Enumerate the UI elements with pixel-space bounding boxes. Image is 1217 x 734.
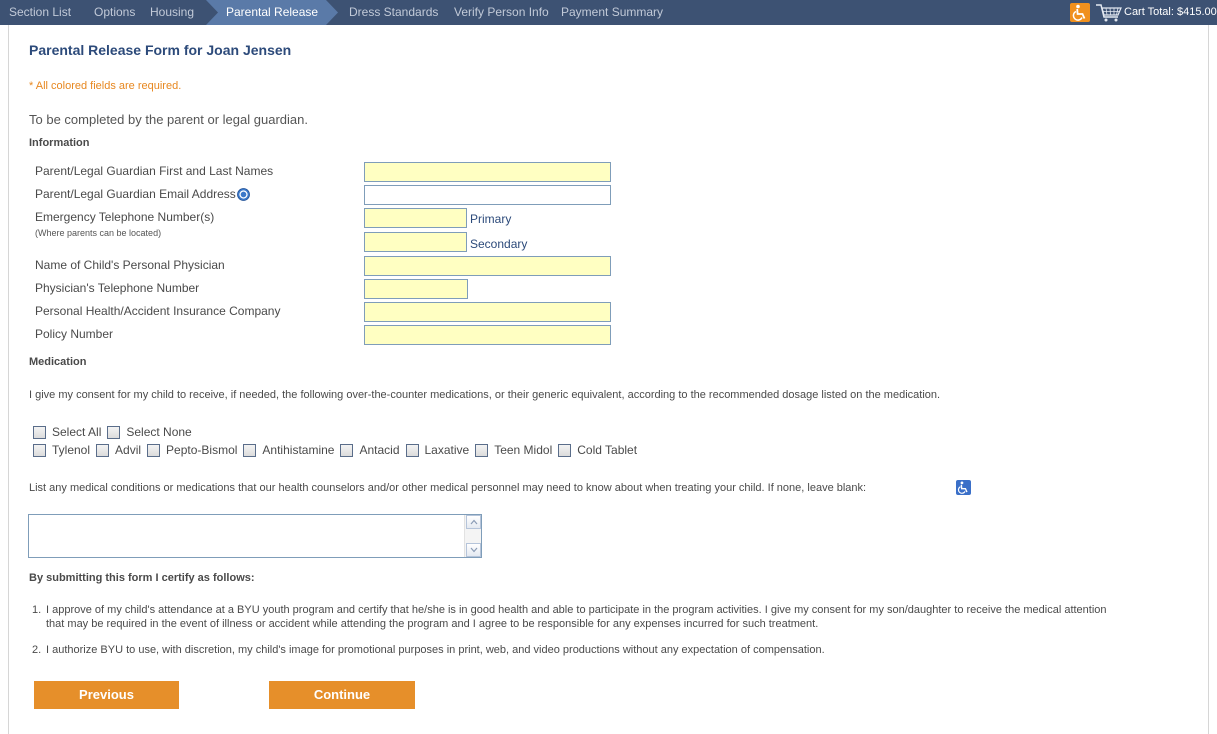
medication-checkbox-tylenol[interactable] [33,443,46,457]
medication-label: Pepto-Bismol [166,443,238,457]
information-heading: Information [29,137,90,149]
medication-checkbox-teen-midol[interactable] [475,443,489,457]
guardian-names-input[interactable] [364,162,611,182]
physician-name-input[interactable] [364,256,611,276]
continue-button[interactable]: Continue [269,681,415,709]
nav-item-payment-summary[interactable]: Payment Summary [561,0,663,25]
physician-phone-label: Physician's Telephone Number [35,281,200,295]
scroll-down-button[interactable] [466,543,481,557]
nav-separator-icon [338,0,348,25]
emergency-phone-secondary-input[interactable] [364,232,467,252]
select-none-label: Select None [126,425,192,439]
nav-item-parental-release[interactable]: Parental Release [206,0,338,25]
cart-total[interactable]: Cart Total: $415.00 [1124,0,1217,25]
certify-item-2: 2. I authorize BYU to use, with discreti… [32,643,825,657]
medication-checkbox-antihistamine[interactable] [243,443,257,457]
required-fields-note: * All colored fields are required. [29,80,182,92]
medication-label: Cold Tablet [577,443,638,457]
certify-heading: By submitting this form I certify as fol… [29,572,255,584]
certify-item-text: I authorize BYU to use, with discretion,… [46,644,825,656]
nav-item-options[interactable]: Options [94,0,135,25]
emergency-phone-sublabel: (Where parents can be located) [35,228,162,238]
medication-checkbox-cold-tablet[interactable] [558,443,572,457]
scroll-up-button[interactable] [466,515,481,529]
medication-checkbox-laxative[interactable] [405,443,419,457]
primary-label: Primary [470,212,512,226]
medical-conditions-prompt: List any medical conditions or medicatio… [29,482,867,494]
medication-label: Advil [115,443,142,457]
previous-button[interactable]: Previous [34,681,179,709]
nav-item-parental-release-label: Parental Release [226,5,319,19]
nav-item-section-list[interactable]: Section List [9,0,71,25]
top-navigation-bar: Section List Options Housing Parental Re… [0,0,1217,25]
medication-label: Teen Midol [494,443,553,457]
nav-item-verify-person-info[interactable]: Verify Person Info [454,0,549,25]
medical-conditions-textarea[interactable] [29,515,465,557]
nav-item-dress-standards[interactable]: Dress Standards [349,0,438,25]
certify-item-1: 1. I approve of my child's attendance at… [32,603,1107,631]
medical-conditions-textarea-box [28,514,482,558]
page-title: Parental Release Form for Joan Jensen [29,42,292,58]
medication-options-row: Tylenol Advil Pepto-Bismol Antihistamine… [33,443,643,457]
guardian-email-label: Parent/Legal Guardian Email Address [35,187,236,201]
medication-label: Laxative [424,443,470,457]
guardian-email-input[interactable] [364,185,611,205]
page-frame-left-border [8,25,9,734]
select-all-none-row: Select All Select None [33,425,198,439]
select-none-checkbox[interactable] [107,425,121,439]
policy-number-input[interactable] [364,325,611,345]
physician-phone-input[interactable] [364,279,468,299]
select-all-checkbox[interactable] [33,425,46,439]
emergency-phone-primary-input[interactable] [364,208,467,228]
certify-item-number: 1. [32,604,42,616]
chevron-down-icon [470,547,478,553]
nav-item-housing[interactable]: Housing [150,0,194,25]
medication-heading: Medication [29,356,87,368]
accessibility-icon[interactable] [956,480,971,495]
textarea-scrollbar[interactable] [464,515,481,557]
page-frame-right-border [1208,25,1209,734]
emergency-phone-label: Emergency Telephone Number(s) [35,210,215,224]
certify-item-text: I approve of my child's attendance at a … [46,604,1107,616]
insurance-company-label: Personal Health/Accident Insurance Compa… [35,304,281,318]
insurance-company-input[interactable] [364,302,611,322]
chevron-up-icon [470,519,478,525]
intro-text: To be completed by the parent or legal g… [29,112,308,127]
certify-item-text: that may be required in the event of ill… [46,618,819,630]
medication-label: Tylenol [52,443,91,457]
help-icon[interactable] [237,188,250,201]
guardian-names-label: Parent/Legal Guardian First and Last Nam… [35,164,274,178]
medication-consent-text: I give my consent for my child to receiv… [29,389,941,401]
policy-number-label: Policy Number [35,327,114,341]
medication-checkbox-advil[interactable] [96,443,110,457]
shopping-cart-icon[interactable] [1095,3,1123,23]
medication-checkbox-antacid[interactable] [340,443,354,457]
medication-label: Antihistamine [262,443,335,457]
accessibility-icon[interactable] [1070,3,1090,22]
certify-item-number: 2. [32,644,42,656]
nav-separator-icon [210,0,220,25]
medication-label: Antacid [359,443,400,457]
physician-name-label: Name of Child's Personal Physician [35,258,225,272]
medication-checkbox-pepto-bismol[interactable] [147,443,161,457]
select-all-label: Select All [52,425,102,439]
secondary-label: Secondary [470,237,528,251]
